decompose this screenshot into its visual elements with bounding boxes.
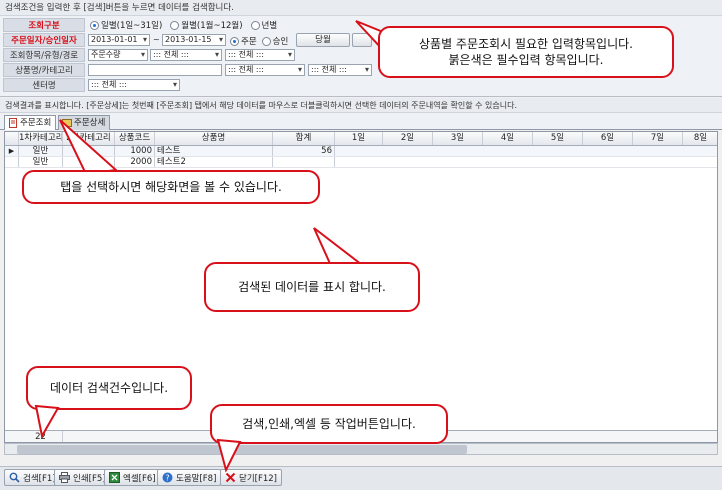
cell-cat1: 일반 [19, 146, 63, 156]
horizontal-scrollbar[interactable] [4, 443, 718, 455]
cell-cat1: 일반 [19, 157, 63, 167]
date-separator: ~ [153, 35, 160, 44]
cell-total [273, 157, 335, 167]
printer-icon [59, 472, 70, 483]
col-header[interactable]: 7일 [633, 132, 683, 145]
callout-tail [59, 119, 118, 176]
type-select-value: ::: 전체 ::: [153, 50, 189, 59]
radio-yearly-label: 년별 [261, 21, 278, 31]
callout-data-display: 검색된 데이터를 표시 합니다. [204, 262, 420, 312]
callout-toolbar-info: 검색,인쇄,엑셀 등 작업버튼입니다. [210, 404, 448, 444]
radio-daily[interactable]: 일별(1일~31일) [90, 19, 162, 31]
category1-select[interactable]: ::: 전체 ::: [225, 64, 305, 76]
search-icon [9, 472, 20, 483]
help-button-label: 도움말[F8] [176, 473, 217, 484]
radio-monthly[interactable]: 월별(1월~12월) [170, 19, 243, 31]
cell-name: 테스트 [155, 146, 273, 156]
excel-icon [109, 472, 120, 483]
callout-tab-select: 탭을 선택하시면 해당화면을 볼 수 있습니다. [22, 170, 320, 204]
col-header[interactable]: 8일 [683, 132, 717, 145]
lookup-type-label: 조회구분 [3, 18, 85, 32]
result-hint: 검색결과를 표시합니다. [주문상세]는 첫번째 [주문조회] 탭에서 해당 데… [0, 98, 722, 113]
product-name-input[interactable] [88, 64, 222, 76]
col-header[interactable]: 1차카테고리 [19, 132, 63, 145]
callout-input-items: 상품별 주문조회시 필요한 입력항목입니다. 붉은색은 필수입력 항목입니다. [378, 26, 674, 78]
item-route-label: 조회항목/유형/경로 [3, 48, 85, 62]
cell-code: 2000 [115, 157, 155, 167]
center-label: 센터명 [3, 78, 85, 92]
document-icon [7, 118, 18, 129]
date-from-value: 2013-01-01 [91, 35, 138, 44]
route-select-value: ::: 전체 ::: [228, 50, 264, 59]
center-select-value: ::: 전체 ::: [91, 80, 127, 89]
col-header[interactable]: 상품명 [155, 132, 273, 145]
col-header[interactable]: 3일 [433, 132, 483, 145]
excel-button-label: 엑셀[F6] [123, 473, 156, 484]
col-header[interactable]: 1일 [335, 132, 383, 145]
row-pointer-icon: ▶ [5, 146, 19, 156]
callout-tail [34, 404, 60, 438]
category1-value: ::: 전체 ::: [228, 65, 264, 74]
tab-order-lookup-label: 주문조회 [20, 118, 52, 128]
item-select-value: 주문수량 [91, 50, 121, 59]
radio-approval-label: 승인 [272, 37, 289, 47]
search-hint: 검색조건을 입력한 후 [검색]버튼을 누르면 데이터를 검색합니다. [0, 0, 722, 16]
callout-input-items-text: 상품별 주문조회시 필요한 입력항목입니다. [419, 37, 633, 51]
item-select[interactable]: 주문수량 [88, 49, 148, 61]
cell-name: 테스트2 [155, 157, 273, 167]
tab-order-lookup[interactable]: 주문조회 [4, 115, 57, 130]
close-icon [225, 472, 236, 483]
radio-dot-icon [261, 36, 271, 46]
row-indicator [5, 157, 19, 167]
help-icon: ? [162, 472, 173, 483]
lookup-type-group: 일별(1일~31일) 월별(1월~12월) 년별 [90, 19, 277, 31]
radio-dot-icon [90, 20, 99, 30]
category2-value: ::: 전체 ::: [311, 65, 347, 74]
col-header[interactable]: 상품코드 [115, 132, 155, 145]
date-to-picker[interactable]: 2013-01-15 [162, 34, 226, 46]
col-header[interactable]: 4일 [483, 132, 533, 145]
callout-required-text: 붉은색은 필수입력 항목입니다. [448, 53, 604, 67]
radio-dot-icon [230, 36, 239, 46]
svg-text:?: ? [165, 473, 169, 482]
callout-tail [216, 438, 242, 472]
center-select[interactable]: ::: 전체 ::: [88, 79, 180, 91]
cell-total: 56 [273, 146, 335, 156]
radio-approval[interactable]: 승인 [261, 35, 289, 47]
cell-code: 1000 [115, 146, 155, 156]
col-header[interactable]: 6일 [583, 132, 633, 145]
row-indicator-header [5, 132, 19, 145]
date-to-value: 2013-01-15 [165, 35, 212, 44]
radio-daily-label: 일별(1일~31일) [101, 21, 163, 31]
route-select[interactable]: ::: 전체 ::: [225, 49, 295, 61]
excel-button[interactable]: 엑셀[F6] [104, 469, 161, 486]
date-from-picker[interactable]: 2013-01-01 [88, 34, 150, 46]
type-select[interactable]: ::: 전체 ::: [150, 49, 222, 61]
search-button[interactable]: 검색[F1] [4, 469, 61, 486]
search-button-label: 검색[F1] [23, 473, 56, 484]
radio-order-label: 주문 [241, 37, 257, 47]
col-header[interactable]: 2일 [383, 132, 433, 145]
close-button-label: 닫기[F12] [239, 473, 277, 484]
radio-order[interactable]: 주문 [230, 35, 257, 47]
radio-monthly-label: 월별(1월~12월) [181, 21, 243, 31]
help-button[interactable]: ? 도움말[F8] [157, 469, 222, 486]
col-header[interactable]: 합계 [273, 132, 335, 145]
radio-dot-icon [250, 20, 260, 30]
date-type-group: 주문 승인 [230, 35, 288, 47]
radio-yearly[interactable]: 년별 [250, 19, 278, 31]
current-month-button[interactable]: 당월 [296, 33, 350, 47]
col-header[interactable]: 5일 [533, 132, 583, 145]
print-button-label: 인쇄[F5] [73, 473, 106, 484]
product-category-label: 상품명/카테고리 [3, 63, 85, 77]
order-date-label: 주문일자/승인일자 [3, 33, 85, 47]
radio-dot-icon [170, 20, 180, 30]
print-button[interactable]: 인쇄[F5] [54, 469, 111, 486]
